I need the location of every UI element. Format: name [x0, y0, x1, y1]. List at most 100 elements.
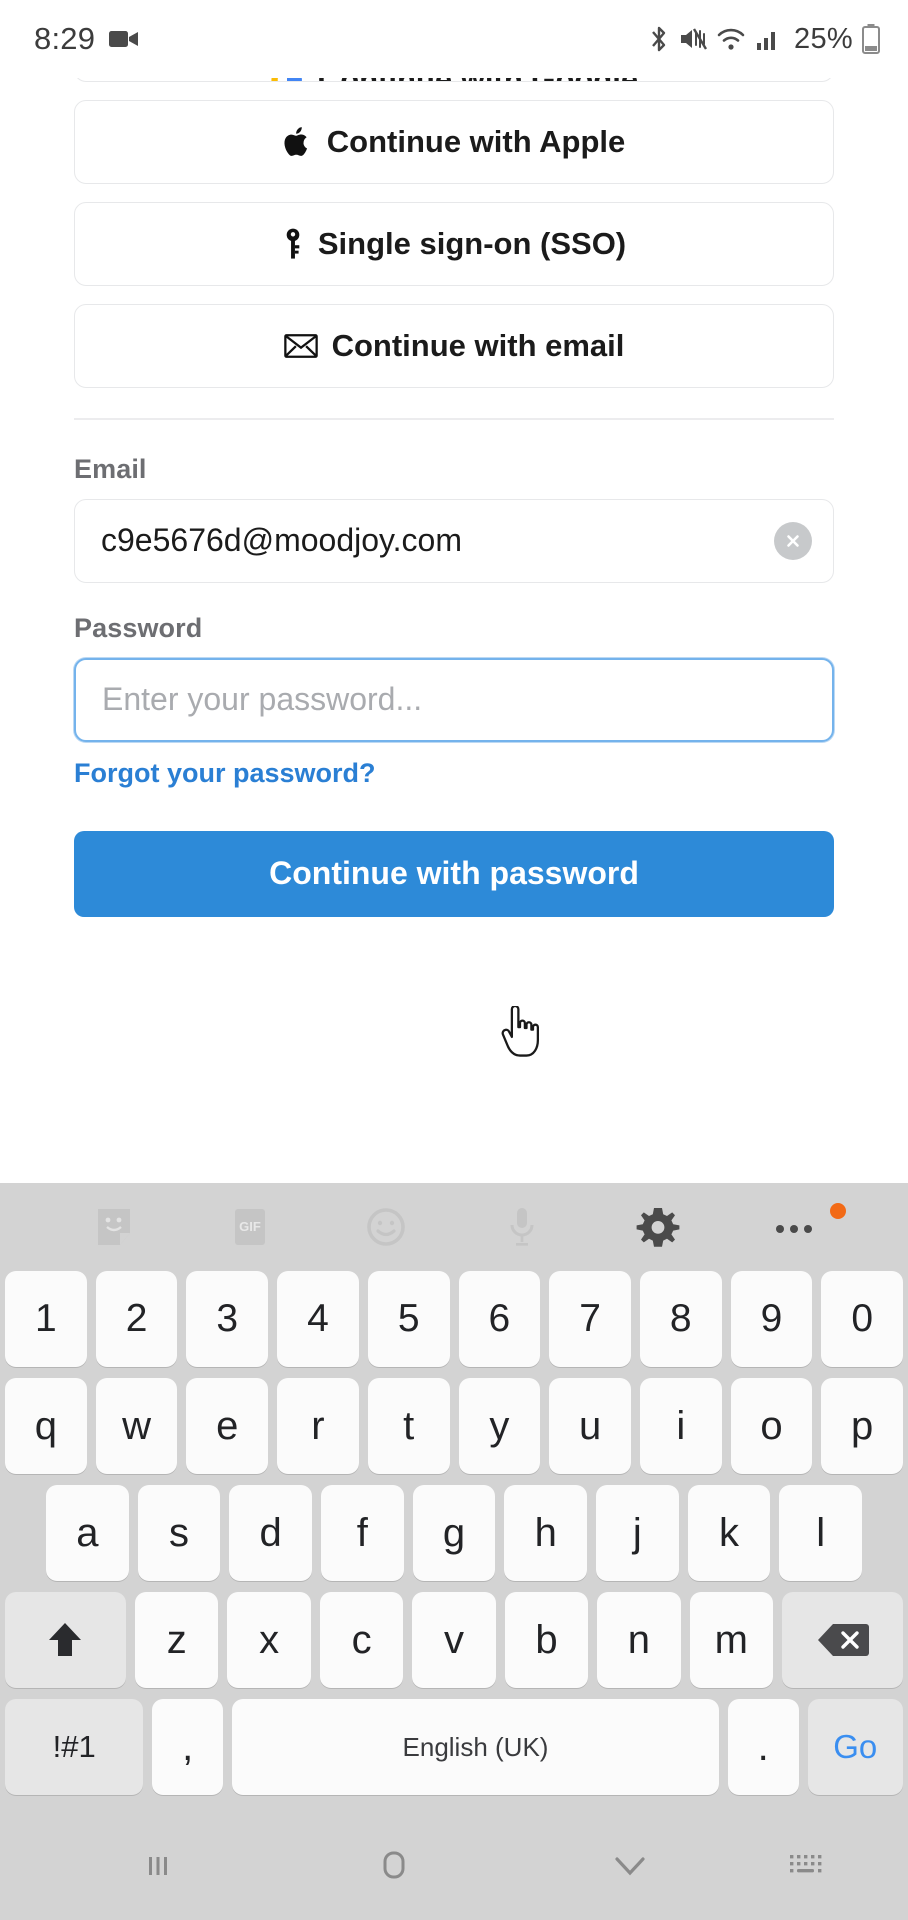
password-placeholder: Enter your password... [102, 681, 423, 717]
key-i[interactable]: i [639, 1378, 722, 1474]
key-x[interactable]: x [227, 1592, 311, 1688]
key-8[interactable]: 8 [639, 1271, 722, 1367]
key-k[interactable]: k [687, 1485, 771, 1581]
key-z[interactable]: z [134, 1592, 219, 1688]
key-4[interactable]: 4 [277, 1271, 359, 1367]
sticker-icon[interactable] [46, 1206, 182, 1248]
key-t[interactable]: t [367, 1378, 450, 1474]
continue-with-email-button[interactable]: Continue with email [74, 304, 834, 388]
key-n[interactable]: n [597, 1592, 681, 1688]
key-y[interactable]: y [458, 1378, 541, 1474]
key-3[interactable]: 3 [186, 1271, 269, 1367]
keyboard-row-space: !#1 , English (UK) . Go [0, 1699, 908, 1795]
continue-with-password-button[interactable]: Continue with password [74, 830, 834, 917]
keyboard-row-home: a s d f g h j k l [0, 1485, 908, 1581]
key-j[interactable]: j [596, 1485, 679, 1581]
shift-key[interactable] [5, 1592, 126, 1688]
gif-icon[interactable]: GIF [182, 1206, 318, 1248]
key-s[interactable]: s [137, 1485, 221, 1581]
home-button[interactable] [276, 1844, 512, 1886]
mouse-cursor-pointer-icon [501, 1006, 540, 1057]
key-9[interactable]: 9 [730, 1271, 813, 1367]
password-field-group: Password Enter your password... [74, 613, 834, 742]
keyboard-row-bottom: z x c v b n m [0, 1592, 908, 1688]
go-key[interactable]: Go [807, 1699, 903, 1795]
wifi-icon [717, 28, 745, 50]
password-input[interactable]: Enter your password... [74, 657, 834, 742]
more-options-icon[interactable] [726, 1203, 862, 1239]
key-b[interactable]: b [504, 1592, 589, 1688]
keyboard-switch-button[interactable] [748, 1849, 868, 1881]
bluetooth-icon [652, 26, 666, 52]
login-page: Continue with Google Continue with Apple [0, 78, 908, 1183]
key-2[interactable]: 2 [95, 1271, 178, 1367]
key-l[interactable]: l [779, 1485, 863, 1581]
password-input-wrap: Enter your password... [74, 657, 834, 742]
key-c[interactable]: c [319, 1592, 404, 1688]
key-o[interactable]: o [730, 1378, 813, 1474]
backspace-key[interactable] [782, 1592, 904, 1688]
video-camera-icon [109, 31, 139, 47]
recents-icon [149, 1857, 167, 1875]
key-5[interactable]: 5 [367, 1271, 450, 1367]
status-bar: 8:29 25% [0, 0, 908, 78]
status-bar-right: 25% [648, 23, 880, 56]
system-navigation-bar [0, 1810, 908, 1920]
key-e[interactable]: e [186, 1378, 269, 1474]
key-h[interactable]: h [504, 1485, 588, 1581]
key-m[interactable]: m [689, 1592, 774, 1688]
svg-text:GIF: GIF [239, 1219, 261, 1234]
clear-circle-icon[interactable] [774, 521, 812, 560]
space-key[interactable]: English (UK) [232, 1699, 719, 1795]
cellular-signal-icon [757, 32, 776, 50]
google-icon [271, 78, 302, 81]
key-v[interactable]: v [412, 1592, 496, 1688]
key-r[interactable]: r [277, 1378, 359, 1474]
key-q[interactable]: q [5, 1378, 87, 1474]
key-w[interactable]: w [95, 1378, 178, 1474]
key-0[interactable]: 0 [821, 1271, 904, 1367]
email-label: Email [74, 453, 147, 484]
continue-with-google-label: Continue with Google [318, 78, 638, 81]
key-u[interactable]: u [549, 1378, 631, 1474]
comma-key[interactable]: , [152, 1699, 224, 1795]
hide-keyboard-button[interactable] [512, 1850, 748, 1880]
shift-arrow-icon [49, 1623, 82, 1656]
key-f[interactable]: f [321, 1485, 404, 1581]
single-sign-on-label: Single sign-on (SSO) [317, 226, 627, 261]
emoji-icon[interactable] [318, 1205, 454, 1249]
on-screen-keyboard: GIF 1 2 3 4 5 6 7 8 9 0 q w e r t y u i … [0, 1183, 908, 1810]
key-p[interactable]: p [821, 1378, 904, 1474]
continue-with-google-button[interactable]: Continue with Google [74, 78, 834, 82]
key-6[interactable]: 6 [458, 1271, 541, 1367]
close-icon [787, 534, 799, 547]
notification-badge-dot [830, 1203, 846, 1219]
key-g[interactable]: g [412, 1485, 496, 1581]
keyboard-row-numbers: 1 2 3 4 5 6 7 8 9 0 [0, 1271, 908, 1367]
key-icon [286, 228, 300, 259]
forgot-password-link[interactable]: Forgot your password? [74, 758, 834, 789]
status-bar-left: 8:29 [34, 21, 139, 57]
gear-icon[interactable] [590, 1204, 726, 1250]
period-key[interactable]: . [727, 1699, 799, 1795]
key-1[interactable]: 1 [5, 1271, 87, 1367]
continue-with-apple-label: Continue with Apple [326, 124, 626, 159]
section-divider [74, 418, 834, 420]
mute-icon [681, 28, 708, 50]
key-d[interactable]: d [229, 1485, 313, 1581]
battery-icon [862, 24, 880, 54]
backspace-icon [817, 1624, 869, 1656]
single-sign-on-button[interactable]: Single sign-on (SSO) [74, 202, 834, 286]
key-7[interactable]: 7 [549, 1271, 631, 1367]
apple-icon [284, 127, 307, 156]
symbols-key[interactable]: !#1 [5, 1699, 144, 1795]
microphone-icon[interactable] [454, 1204, 590, 1250]
battery-percent-label: 25% [794, 22, 853, 55]
email-input[interactable]: c9e5676d@moodjoy.com [74, 498, 834, 583]
recents-button[interactable] [40, 1845, 276, 1885]
key-a[interactable]: a [46, 1485, 129, 1581]
continue-with-apple-button[interactable]: Continue with Apple [74, 100, 834, 184]
keyboard-toolbar: GIF [0, 1183, 908, 1271]
email-input-wrap: c9e5676d@moodjoy.com [74, 498, 834, 583]
phone-screen: 8:29 25% Continue with Apple Single sign… [0, 0, 908, 1920]
